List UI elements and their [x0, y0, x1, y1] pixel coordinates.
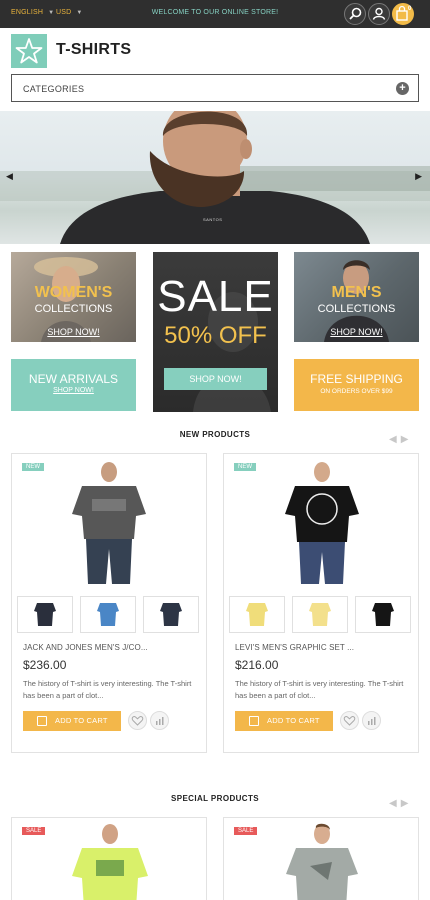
add-to-cart-button[interactable]: ADD TO CART [23, 711, 121, 731]
thumbnail[interactable] [80, 596, 136, 633]
free-shipping-banner[interactable]: FREE SHIPPING ON ORDERS OVER $99 [294, 359, 419, 411]
new-arrivals-shop-now-link[interactable]: SHOP NOW! [11, 387, 136, 394]
special-products-title: SPECIAL PRODUCTS [170, 794, 260, 803]
special-products-carousel-arrows[interactable]: ◀▶ [389, 798, 412, 809]
product-thumbnails [229, 596, 415, 633]
product-image [285, 462, 359, 584]
plus-icon[interactable]: + [396, 82, 409, 95]
star-icon [15, 38, 43, 64]
heart-icon [343, 716, 356, 726]
chevron-down-icon: ▼ [76, 10, 83, 16]
categories-dropdown[interactable]: CATEGORIES + [11, 74, 419, 102]
mens-collection-banner[interactable]: MEN'S COLLECTIONS SHOP NOW! [294, 252, 419, 342]
mens-subtitle: COLLECTIONS [317, 303, 396, 315]
mens-title: MEN'S [331, 284, 382, 301]
womens-collection-banner[interactable]: WOMEN'S COLLECTIONS SHOP NOW! [11, 252, 136, 342]
sale-banner[interactable]: SALE 50% OFF SHOP NOW! [153, 252, 278, 412]
product-image [72, 824, 148, 900]
compare-icon [156, 717, 164, 725]
product-description: The history of T-shirt is very interesti… [235, 679, 404, 700]
compare-icon [368, 717, 376, 725]
search-button[interactable] [344, 3, 366, 25]
thumbnail[interactable] [143, 596, 199, 633]
new-products-carousel-arrows[interactable]: ◀▶ [389, 434, 412, 445]
currency-selector[interactable]: USD ▼ [56, 9, 83, 16]
store-title[interactable]: T-SHIRTS [56, 41, 131, 59]
sale-title: SALE [157, 272, 274, 321]
free-shipping-title: FREE SHIPPING [310, 372, 403, 386]
search-icon [349, 7, 362, 20]
product-name[interactable]: LEVI'S MEN'S GRAPHIC SET ... [235, 643, 354, 652]
new-arrivals-title: NEW ARRIVALS [28, 372, 119, 386]
product-name[interactable]: JACK AND JONES MEN'S J/CO... [23, 643, 148, 652]
add-to-cart-label: ADD TO CART [55, 716, 108, 725]
product-card[interactable]: SALE [223, 817, 419, 900]
logo[interactable] [11, 34, 47, 68]
slider-prev-arrow[interactable]: ◀ [6, 171, 13, 182]
chevron-down-icon: ▼ [48, 10, 55, 16]
product-card[interactable]: SALE [11, 817, 207, 900]
sale-shop-now-button[interactable]: SHOP NOW! [164, 368, 267, 390]
compare-button[interactable] [150, 711, 169, 730]
hero-slider[interactable]: SANTOS ◀ ▶ [0, 111, 430, 244]
womens-title: WOMEN'S [34, 284, 113, 301]
wishlist-button[interactable] [128, 711, 147, 730]
product-image [72, 462, 146, 584]
thumbnail[interactable] [229, 596, 285, 633]
womens-subtitle: COLLECTIONS [34, 303, 113, 315]
shopping-bag-icon [37, 716, 47, 726]
language-label: ENGLISH [11, 9, 44, 16]
product-thumbnails [17, 596, 203, 633]
top-bar: ENGLISH ▼ USD ▼ WELCOME TO OUR ONLINE STOR… [0, 0, 430, 28]
mens-shop-now-link[interactable]: SHOP NOW! [294, 327, 419, 337]
new-products-title: NEW PRODUCTS [179, 430, 251, 439]
new-arrivals-banner[interactable]: NEW ARRIVALS SHOP NOW! [11, 359, 136, 411]
hero-shirt-print: SANTOS [203, 217, 223, 222]
thumbnail[interactable] [292, 596, 348, 633]
sale-discount: 50% OFF [164, 322, 267, 349]
womens-shop-now-link[interactable]: SHOP NOW! [11, 327, 136, 337]
slider-next-arrow[interactable]: ▶ [415, 171, 422, 182]
welcome-message: WELCOME TO OUR ONLINE STORE! [151, 9, 279, 16]
product-card[interactable]: NEW JACK AND JONES MEN'S J/CO... $236.00… [11, 453, 207, 753]
hero-image [0, 111, 430, 244]
thumbnail[interactable] [355, 596, 411, 633]
product-price: $236.00 [23, 658, 67, 672]
categories-label: CATEGORIES [23, 84, 85, 94]
product-card[interactable]: NEW LEVI'S MEN'S GRAPHIC SET ... $216.00… [223, 453, 419, 753]
currency-label: USD [56, 9, 72, 16]
wishlist-button[interactable] [340, 711, 359, 730]
product-image [286, 823, 358, 900]
compare-button[interactable] [362, 711, 381, 730]
shopping-bag-icon [249, 716, 259, 726]
thumbnail[interactable] [17, 596, 73, 633]
user-icon [372, 7, 386, 20]
free-shipping-subtitle: ON ORDERS OVER $99 [320, 388, 393, 395]
add-to-cart-button[interactable]: ADD TO CART [235, 711, 333, 731]
add-to-cart-label: ADD TO CART [267, 716, 320, 725]
product-description: The history of T-shirt is very interesti… [23, 679, 192, 700]
account-button[interactable] [368, 3, 390, 25]
language-selector[interactable]: ENGLISH ▼ [11, 9, 54, 16]
product-price: $216.00 [235, 658, 279, 672]
cart-count: 0 [408, 6, 412, 12]
heart-icon [131, 716, 144, 726]
